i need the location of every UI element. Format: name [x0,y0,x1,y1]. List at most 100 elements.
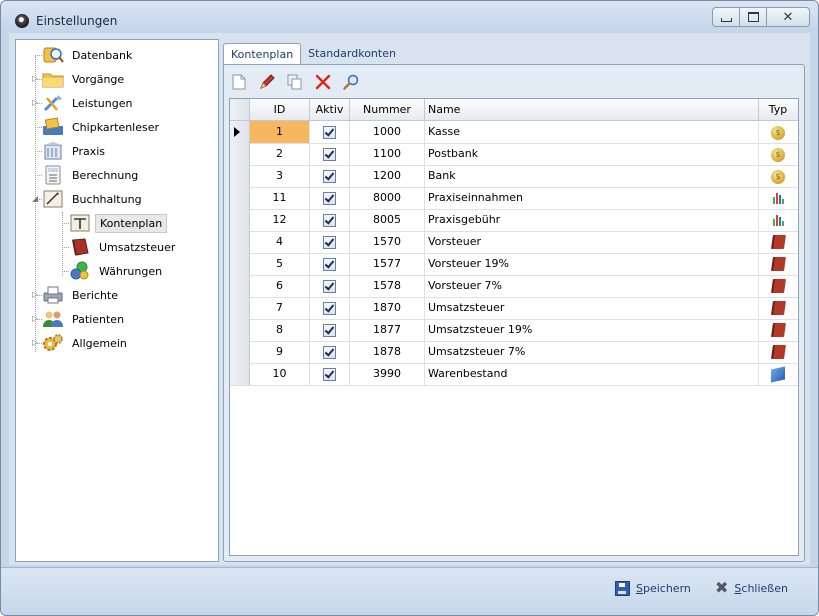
aktiv-checkbox[interactable] [323,125,336,139]
tree-item-währungen[interactable]: Währungen [69,260,166,282]
tab-kontenplan[interactable]: Kontenplan [223,43,302,65]
row-selector[interactable] [230,253,250,275]
maximize-button[interactable] [740,7,767,27]
header-typ[interactable]: Typ [759,99,797,120]
expand-icon[interactable]: ▷ [32,315,39,323]
edit-button[interactable] [256,71,278,93]
cell-id[interactable]: 5 [250,253,310,275]
aktiv-checkbox[interactable] [323,191,336,205]
tree-item-umsatzsteuer[interactable]: Umsatzsteuer [69,236,179,258]
aktiv-checkbox[interactable] [323,345,336,359]
tree-item-patienten[interactable]: Patienten [42,308,128,330]
close-button[interactable]: ✖ Schließen [715,577,788,599]
cell-name[interactable]: Praxiseinnahmen [425,187,759,209]
cell-name[interactable]: Vorsteuer 19% [425,253,759,275]
row-selector[interactable] [230,121,250,143]
cell-nummer[interactable]: 8000 [350,187,425,209]
aktiv-checkbox[interactable] [323,213,336,227]
cell-id[interactable]: 9 [250,341,310,363]
cell-nummer[interactable]: 1870 [350,297,425,319]
tree-item-datenbank[interactable]: Datenbank [42,44,136,66]
table-row[interactable]: 4 1570 Vorsteuer [230,231,798,254]
expand-icon[interactable]: ▷ [32,75,39,83]
tree-item-praxis[interactable]: Praxis [42,140,109,162]
tree-item-leistungen[interactable]: Leistungen [42,92,136,114]
cell-id[interactable]: 11 [250,187,310,209]
aktiv-checkbox[interactable] [323,169,336,183]
cell-name[interactable]: Warenbestand [425,363,759,385]
cell-name[interactable]: Vorsteuer 7% [425,275,759,297]
header-aktiv[interactable]: Aktiv [310,99,350,120]
table-row[interactable]: 12 8005 Praxisgebühr [230,209,798,232]
tree-item-chipkartenleser[interactable]: Chipkartenleser [42,116,163,138]
table-row[interactable]: 5 1577 Vorsteuer 19% [230,253,798,276]
row-selector[interactable] [230,187,250,209]
aktiv-checkbox[interactable] [323,301,336,315]
aktiv-checkbox[interactable] [323,279,336,293]
row-selector[interactable] [230,363,250,385]
table-row[interactable]: 2 1100 Postbank $ [230,143,798,166]
aktiv-checkbox[interactable] [323,147,336,161]
close-window-button[interactable]: ✕ [767,7,810,27]
expand-icon[interactable]: ▷ [32,99,39,107]
cell-name[interactable]: Vorsteuer [425,231,759,253]
row-selector[interactable] [230,275,250,297]
cell-nummer[interactable]: 1578 [350,275,425,297]
cell-id[interactable]: 10 [250,363,310,385]
table-row[interactable]: 3 1200 Bank $ [230,165,798,188]
cell-name[interactable]: Umsatzsteuer 7% [425,341,759,363]
tab-standardkonten[interactable]: Standardkonten [301,43,403,65]
cell-name[interactable]: Postbank [425,143,759,165]
cell-id[interactable]: 2 [250,143,310,165]
collapse-icon[interactable]: ◢ [32,195,39,203]
aktiv-checkbox[interactable] [323,235,336,249]
cell-nummer[interactable]: 1200 [350,165,425,187]
table-row[interactable]: 1 1000 Kasse $ [230,121,798,144]
tree-item-allgemein[interactable]: Allgemein [42,332,131,354]
table-row[interactable]: 10 3990 Warenbestand [230,363,798,386]
tree-item-vorgänge[interactable]: Vorgänge [42,68,128,90]
cell-nummer[interactable]: 1570 [350,231,425,253]
header-nummer[interactable]: Nummer [350,99,425,120]
tree-item-buchhaltung[interactable]: Buchhaltung [42,188,146,210]
row-selector[interactable] [230,231,250,253]
cell-name[interactable]: Praxisgebühr [425,209,759,231]
row-selector[interactable] [230,165,250,187]
new-button[interactable] [228,71,250,93]
accounts-grid[interactable]: ID Aktiv Nummer Name Typ 1 1000 Kasse $2 110… [229,98,799,556]
table-row[interactable]: 8 1877 Umsatzsteuer 19% [230,319,798,342]
row-selector[interactable] [230,319,250,341]
cell-name[interactable]: Bank [425,165,759,187]
cell-name[interactable]: Umsatzsteuer [425,297,759,319]
cell-nummer[interactable]: 1577 [350,253,425,275]
tree-item-berichte[interactable]: Berichte [42,284,122,306]
tree-item-berechnung[interactable]: Berechnung [42,164,142,186]
row-selector[interactable] [230,143,250,165]
cell-id[interactable]: 1 [250,121,310,143]
copy-button[interactable] [284,71,306,93]
aktiv-checkbox[interactable] [323,367,336,381]
cell-nummer[interactable]: 1878 [350,341,425,363]
aktiv-checkbox[interactable] [323,257,336,271]
cell-nummer[interactable]: 3990 [350,363,425,385]
cell-name[interactable]: Umsatzsteuer 19% [425,319,759,341]
cell-id[interactable]: 7 [250,297,310,319]
save-button[interactable]: Speichern [615,577,691,599]
expand-icon[interactable]: ▷ [32,291,39,299]
minimize-button[interactable] [712,7,740,27]
cell-nummer[interactable]: 1877 [350,319,425,341]
row-selector[interactable] [230,209,250,231]
aktiv-checkbox[interactable] [323,323,336,337]
cell-nummer[interactable]: 1100 [350,143,425,165]
table-row[interactable]: 7 1870 Umsatzsteuer [230,297,798,320]
delete-button[interactable] [312,71,334,93]
table-row[interactable]: 6 1578 Vorsteuer 7% [230,275,798,298]
table-row[interactable]: 9 1878 Umsatzsteuer 7% [230,341,798,364]
search-button[interactable] [340,71,362,93]
settings-tree[interactable]: Datenbank Vorgänge ▷ Leistungen ▷ Chipkartenl… [15,39,219,562]
cell-id[interactable]: 12 [250,209,310,231]
cell-id[interactable]: 4 [250,231,310,253]
header-name[interactable]: Name [425,99,759,120]
table-row[interactable]: 11 8000 Praxiseinnahmen [230,187,798,210]
header-id[interactable]: ID [250,99,310,120]
